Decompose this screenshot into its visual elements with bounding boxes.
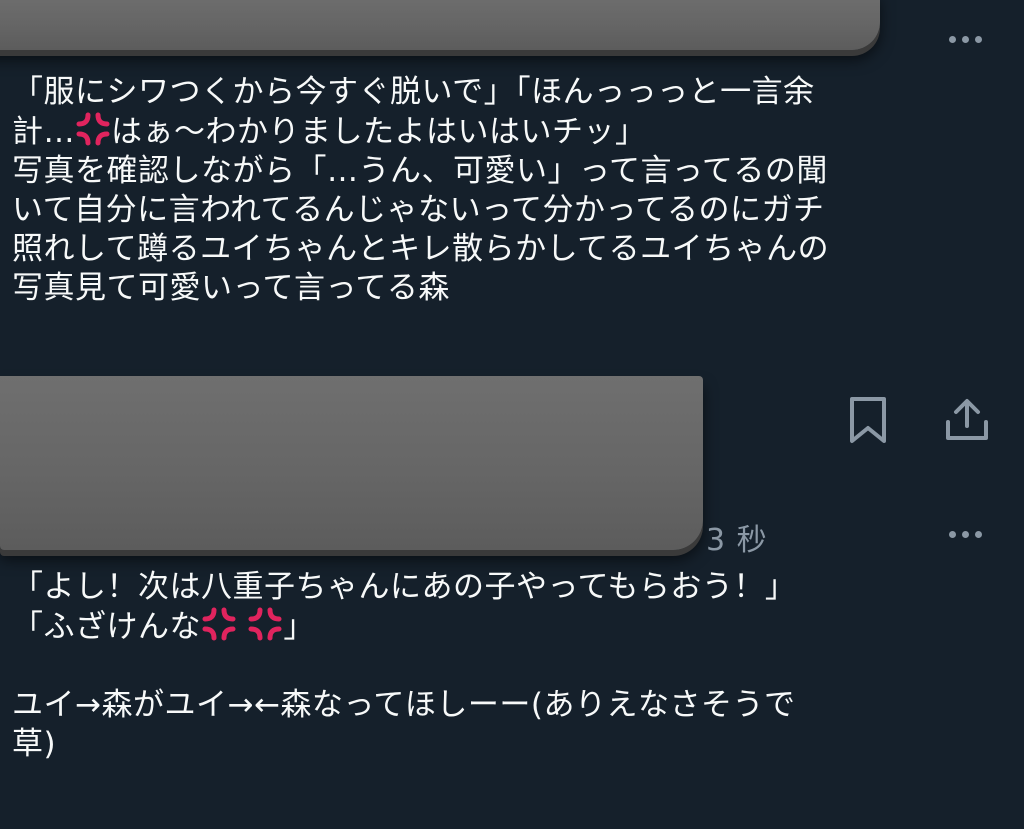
post-line: 「ふざけんな — [12, 609, 201, 645]
post-line: 「よし！次は八重子ちゃんにあの子やってもらおう！」 — [12, 569, 797, 605]
more-options-button[interactable] — [949, 531, 982, 538]
post-paragraph: 写真を確認しながら「…うん、可愛い」って言ってるの聞 いて自分に言われてるんじゃ… — [12, 153, 830, 306]
more-dot — [962, 531, 969, 538]
more-dot — [949, 36, 956, 43]
more-dot — [949, 531, 956, 538]
bookmark-icon[interactable] — [848, 396, 888, 444]
more-dot — [962, 36, 969, 43]
more-dot — [975, 36, 982, 43]
anger-symbol-icon — [76, 112, 110, 146]
post-paragraph: ユイ→森がユイ→←森なってほしーー(ありえなさそうで 草) — [12, 687, 796, 762]
post-body: 「よし！次は八重子ちゃんにあの子やってもらおう！」 「ふざけんな 」 ユイ→森が… — [12, 568, 1012, 764]
share-icon[interactable] — [943, 398, 991, 442]
redacted-image-top — [0, 0, 880, 50]
post-line: 」 — [283, 609, 315, 645]
post-body: 「服にシワつくから今すぐ脱いで」「ほんっっっと一言余 計… はぁ〜わかりましたよは… — [12, 73, 1012, 308]
more-dot — [975, 531, 982, 538]
timestamp: 3 秒 — [706, 523, 768, 558]
redacted-image-middle — [0, 376, 703, 550]
post-line: はぁ〜わかりましたよはいはいチッ」 — [111, 114, 647, 150]
anger-symbol-icon — [248, 607, 282, 641]
post-line: 計… — [12, 114, 75, 150]
anger-symbol-icon — [202, 607, 236, 641]
post-line: 「服にシワつくから今すぐ脱いで」「ほんっっっと一言余 — [12, 74, 815, 110]
more-options-button[interactable] — [949, 36, 982, 43]
